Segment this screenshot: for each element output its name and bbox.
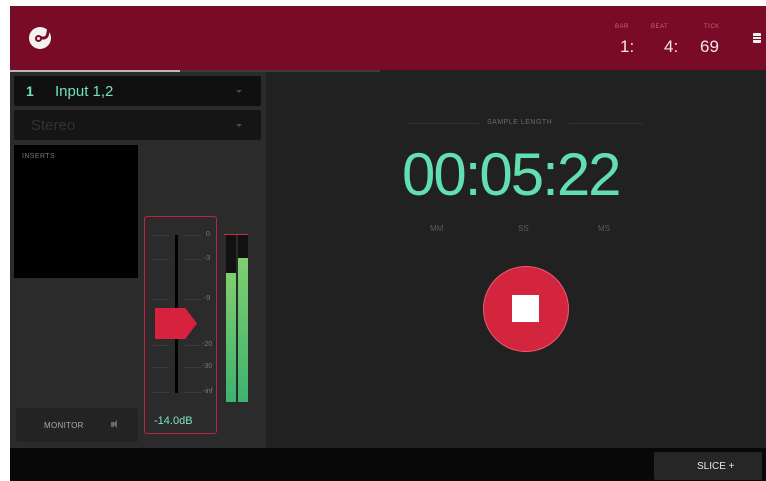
scale-tick bbox=[153, 235, 169, 236]
scale-label-minus9: -9 bbox=[204, 295, 211, 302]
sample-length-area: SAMPLE LENGTH 00:05:22 MM SS MS bbox=[266, 72, 766, 448]
tick-label: TICK bbox=[704, 24, 720, 30]
scale-tick bbox=[185, 392, 201, 393]
unit-milliseconds: MS bbox=[598, 224, 610, 233]
slice-button[interactable]: SLICE + bbox=[654, 452, 762, 480]
beat-value: 4: bbox=[664, 37, 679, 56]
input-gain-fader[interactable]: 0 -3 -9 -20 -30 -inf -14.0dB bbox=[144, 216, 217, 434]
scale-tick bbox=[153, 392, 169, 393]
tick-value: 69 bbox=[700, 37, 719, 56]
level-meter-right-fill bbox=[238, 257, 248, 402]
input-mode-select[interactable]: Stereo bbox=[14, 110, 261, 140]
slice-button-label: SLICE + bbox=[697, 461, 735, 472]
chevron-down-icon bbox=[236, 124, 242, 127]
level-meter-left bbox=[226, 234, 236, 402]
monitor-label: MONITOR bbox=[44, 421, 84, 430]
bottom-toolbar: SLICE + bbox=[10, 448, 766, 481]
chevron-down-icon bbox=[236, 90, 242, 93]
scale-tick bbox=[185, 235, 201, 236]
scale-label-minus30: -30 bbox=[202, 363, 213, 370]
bar-label: BAR bbox=[615, 24, 629, 30]
sample-length-label: SAMPLE LENGTH bbox=[487, 119, 553, 126]
scale-label-0: 0 bbox=[206, 231, 210, 238]
scale-tick bbox=[153, 367, 169, 368]
fader-handle[interactable] bbox=[155, 308, 197, 339]
stop-icon bbox=[512, 295, 539, 322]
stop-record-button[interactable] bbox=[483, 266, 569, 352]
sampler-window: BAR BEAT TICK 1: 4: 69 1 Input 1,2 Stere… bbox=[10, 6, 766, 481]
scale-label-inf: -inf bbox=[203, 388, 213, 395]
sample-length-time: 00:05:22 bbox=[402, 141, 622, 208]
input-channel-panel: 1 Input 1,2 Stereo INSERTS 0 -3 -9 -20 -… bbox=[10, 72, 266, 448]
beat-label: BEAT bbox=[651, 24, 669, 30]
inserts-slot[interactable]: INSERTS bbox=[14, 145, 138, 278]
scale-tick bbox=[153, 299, 169, 300]
inserts-label: INSERTS bbox=[22, 153, 56, 160]
scale-tick bbox=[185, 345, 201, 346]
divider bbox=[569, 123, 643, 124]
level-meter-right bbox=[238, 234, 248, 402]
input-mode-value: Stereo bbox=[31, 117, 76, 134]
scale-tick bbox=[185, 367, 201, 368]
gain-readout: -14.0dB bbox=[154, 415, 193, 427]
scale-tick bbox=[153, 259, 169, 260]
memory-chip-icon[interactable] bbox=[751, 33, 763, 43]
scale-tick bbox=[185, 259, 201, 260]
peak-hold-indicator bbox=[224, 234, 248, 235]
input-source-select[interactable]: 1 Input 1,2 bbox=[14, 76, 261, 106]
input-channel-number: 1 bbox=[26, 83, 34, 99]
unit-seconds: SS bbox=[518, 224, 529, 233]
bar-value: 1: bbox=[620, 37, 635, 56]
level-meter-left-fill bbox=[226, 272, 236, 402]
speaker-icon bbox=[111, 420, 117, 428]
scale-label-minus20: -20 bbox=[202, 341, 213, 348]
scale-tick bbox=[185, 299, 201, 300]
monitor-button[interactable]: MONITOR bbox=[16, 408, 138, 442]
scale-label-minus3: -3 bbox=[204, 255, 211, 262]
divider bbox=[407, 123, 479, 124]
header-bar: BAR BEAT TICK 1: 4: 69 bbox=[10, 6, 766, 70]
unit-minutes: MM bbox=[430, 224, 444, 233]
turntable-icon[interactable] bbox=[29, 27, 51, 49]
scale-tick bbox=[153, 345, 169, 346]
input-source-name: Input 1,2 bbox=[55, 83, 114, 100]
